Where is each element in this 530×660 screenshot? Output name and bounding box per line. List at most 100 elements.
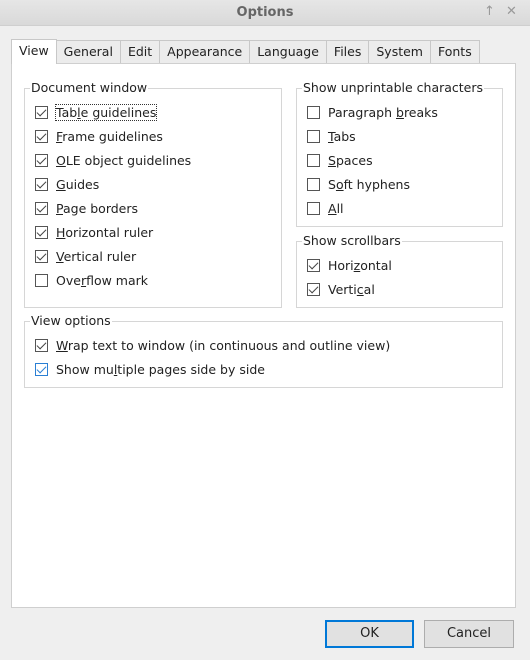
checkbox-label[interactable]: All bbox=[328, 201, 344, 216]
label-text: LE object guidelines bbox=[65, 152, 192, 168]
checkbox-box[interactable] bbox=[35, 129, 48, 143]
label-text: e guidelines bbox=[80, 104, 157, 120]
mnemonic-key: P bbox=[56, 200, 63, 216]
checkbox-box[interactable] bbox=[307, 129, 320, 143]
label-text: ertical ruler bbox=[63, 248, 137, 264]
checkbox-box[interactable] bbox=[35, 177, 48, 191]
mnemonic-key: S bbox=[328, 152, 336, 168]
tab-view[interactable]: View bbox=[11, 39, 57, 64]
checkbox-wrap-text-to-window-in-continuous-and-outline-view[interactable]: Wrap text to window (in continuous and o… bbox=[35, 336, 390, 354]
document-window-title: Document window bbox=[30, 80, 149, 96]
pin-icon[interactable]: ↑ bbox=[484, 4, 495, 19]
label-text: Verti bbox=[328, 281, 357, 297]
checkbox-label[interactable]: Horizontal ruler bbox=[56, 225, 153, 240]
view-tab-panel: Document window Table guidelines Frame gui… bbox=[11, 63, 516, 608]
checkbox-paragraph-breaks[interactable]: Paragraph breaks bbox=[307, 103, 438, 121]
scrollbars-group: Show scrollbars Horizontal Vertical bbox=[296, 233, 503, 308]
checkbox-guides[interactable]: Guides bbox=[35, 175, 99, 193]
checkbox-horizontal-ruler[interactable]: Horizontal ruler bbox=[35, 223, 153, 241]
label-text: paces bbox=[335, 152, 373, 168]
view-options-group: View options Wrap text to window (in cont… bbox=[24, 313, 503, 388]
checkbox-all[interactable]: All bbox=[307, 199, 344, 217]
checkbox-box[interactable] bbox=[35, 201, 48, 215]
checkbox-label[interactable]: Paragraph breaks bbox=[328, 105, 438, 120]
checkbox-box[interactable] bbox=[307, 282, 320, 296]
cancel-button[interactable]: Cancel bbox=[424, 620, 514, 648]
tab-files[interactable]: Files bbox=[325, 40, 370, 64]
mnemonic-key: W bbox=[56, 337, 68, 353]
mnemonic-key: o bbox=[335, 176, 344, 192]
checkbox-label[interactable]: Horizontal bbox=[328, 258, 392, 273]
checkbox-ole-object-guidelines[interactable]: OLE object guidelines bbox=[35, 151, 191, 169]
checkbox-page-borders[interactable]: Page borders bbox=[35, 199, 138, 217]
checkbox-box[interactable] bbox=[307, 201, 320, 215]
checkbox-box[interactable] bbox=[307, 177, 320, 191]
checkbox-horizontal[interactable]: Horizontal bbox=[307, 256, 392, 274]
checkbox-table-guidelines[interactable]: Table guidelines bbox=[35, 103, 158, 121]
close-icon[interactable]: ✕ bbox=[506, 4, 517, 19]
document-window-group: Document window Table guidelines Frame gui… bbox=[24, 80, 282, 308]
checkbox-label[interactable]: Vertical bbox=[328, 282, 375, 297]
checkbox-frame-guidelines[interactable]: Frame guidelines bbox=[35, 127, 163, 145]
mnemonic-key: c bbox=[356, 281, 364, 297]
label-text: S bbox=[328, 176, 336, 192]
checkbox-box[interactable] bbox=[35, 105, 48, 119]
checkbox-label[interactable]: Vertical ruler bbox=[56, 249, 136, 264]
checkbox-box[interactable] bbox=[35, 249, 48, 263]
checkbox-label[interactable]: Table guidelines bbox=[54, 103, 158, 121]
label-text: orizontal ruler bbox=[65, 224, 154, 240]
tab-general[interactable]: General bbox=[55, 40, 121, 64]
label-text: al bbox=[363, 281, 375, 297]
tab-appearance[interactable]: Appearance bbox=[159, 40, 251, 64]
checkbox-soft-hyphens[interactable]: Soft hyphens bbox=[307, 175, 410, 193]
checkbox-box[interactable] bbox=[307, 258, 320, 272]
scrollbars-title: Show scrollbars bbox=[302, 233, 402, 249]
label-text: abs bbox=[333, 128, 356, 144]
checkbox-label[interactable]: Frame guidelines bbox=[56, 129, 163, 144]
unprintable-title: Show unprintable characters bbox=[302, 80, 485, 96]
mnemonic-key: G bbox=[56, 176, 66, 192]
checkbox-label[interactable]: Show multiple pages side by side bbox=[56, 362, 265, 377]
mnemonic-key: H bbox=[56, 224, 66, 240]
checkbox-vertical[interactable]: Vertical bbox=[307, 280, 375, 298]
tab-system[interactable]: System bbox=[368, 40, 431, 64]
checkbox-box[interactable] bbox=[35, 273, 48, 287]
label-text: rame guidelines bbox=[62, 128, 163, 144]
checkbox-box[interactable] bbox=[307, 105, 320, 119]
checkbox-label[interactable]: Page borders bbox=[56, 201, 138, 216]
checkbox-label[interactable]: OLE object guidelines bbox=[56, 153, 191, 168]
tab-edit[interactable]: Edit bbox=[119, 40, 161, 64]
unprintable-characters-group: Show unprintable characters Paragraph bre… bbox=[296, 80, 503, 227]
label-text: Hori bbox=[328, 257, 354, 273]
label-text: Show mu bbox=[56, 361, 114, 377]
checkbox-label[interactable]: Tabs bbox=[328, 129, 356, 144]
checkbox-box[interactable] bbox=[307, 153, 320, 167]
checkbox-label[interactable]: Wrap text to window (in continuous and o… bbox=[56, 338, 390, 353]
checkbox-box[interactable] bbox=[35, 225, 48, 239]
checkbox-overflow-mark[interactable]: Overflow mark bbox=[35, 271, 148, 289]
view-options-title: View options bbox=[30, 313, 112, 329]
label-text: Paragraph bbox=[328, 104, 396, 120]
checkbox-vertical-ruler[interactable]: Vertical ruler bbox=[35, 247, 136, 265]
checkbox-box[interactable] bbox=[35, 153, 48, 167]
label-text: ft hyphens bbox=[343, 176, 410, 192]
label-text: ontal bbox=[360, 257, 392, 273]
label-text: flow mark bbox=[86, 272, 149, 288]
checkbox-spaces[interactable]: Spaces bbox=[307, 151, 373, 169]
tab-language[interactable]: Language bbox=[249, 40, 327, 64]
checkbox-label[interactable]: Guides bbox=[56, 177, 99, 192]
title-bar[interactable]: Options ↑ ✕ bbox=[0, 0, 530, 26]
checkbox-label[interactable]: Soft hyphens bbox=[328, 177, 410, 192]
checkbox-label[interactable]: Overflow mark bbox=[56, 273, 148, 288]
checkbox-box[interactable] bbox=[35, 338, 48, 352]
checkbox-label[interactable]: Spaces bbox=[328, 153, 373, 168]
tab-bar: View General Edit Appearance Language Files Sy… bbox=[11, 39, 480, 64]
mnemonic-key: A bbox=[328, 200, 337, 216]
tab-fonts[interactable]: Fonts bbox=[429, 40, 480, 64]
checkbox-show-multiple-pages-side-by-side[interactable]: Show multiple pages side by side bbox=[35, 360, 265, 378]
ok-button[interactable]: OK bbox=[325, 620, 414, 648]
checkbox-tabs[interactable]: Tabs bbox=[307, 127, 356, 145]
checkbox-box[interactable] bbox=[35, 362, 48, 376]
mnemonic-key: b bbox=[396, 104, 404, 120]
label-text: tiple pages side by side bbox=[117, 361, 265, 377]
